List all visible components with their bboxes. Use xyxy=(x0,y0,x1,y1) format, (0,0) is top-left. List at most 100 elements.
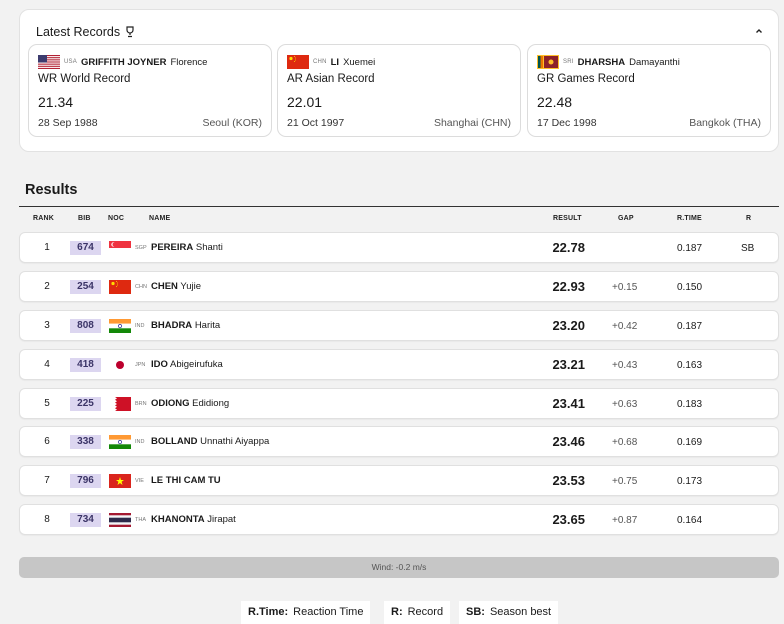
row-bib: 674 xyxy=(70,241,101,255)
row-noc: SGP xyxy=(135,245,147,251)
result-row[interactable]: 7 796 VIE LE THI CAM TU 23.53 +0.75 0.17… xyxy=(19,465,779,496)
row-record-mark: SB xyxy=(741,243,755,254)
record-athlete-lastname: DHARSHA xyxy=(577,56,626,68)
row-noc: VIE xyxy=(135,478,144,484)
latest-records-title: Latest Records xyxy=(36,25,135,39)
record-card-gr: SRI DHARSHA Damayanthi GR Games Record 2… xyxy=(527,44,771,137)
legend-season-best: SB: Season best xyxy=(459,601,559,624)
row-bib: 418 xyxy=(70,358,101,372)
row-gap: +0.75 xyxy=(612,476,638,487)
row-gap: +0.63 xyxy=(612,399,638,410)
row-athlete-name: ODIONG Edidiong xyxy=(151,398,229,409)
header-noc: NOC xyxy=(108,215,125,222)
result-row[interactable]: 4 418 JPN IDO Abigeirufuka 23.21 +0.43 0… xyxy=(19,349,779,380)
row-bib: 338 xyxy=(70,435,101,449)
flag-usa-icon xyxy=(38,55,60,69)
row-athlete-name: CHEN Yujie xyxy=(151,281,201,292)
record-noc: SRI xyxy=(563,59,574,65)
row-gap: +0.42 xyxy=(612,321,638,332)
legend-key: R.Time: xyxy=(248,606,289,618)
chevron-up-icon[interactable] xyxy=(754,26,764,36)
record-mark: 21.34 xyxy=(38,94,74,110)
record-type: WR World Record xyxy=(38,73,131,85)
flag-chn-icon xyxy=(287,55,309,69)
wind-info-bar: Wind: -0.2 m/s xyxy=(19,557,779,578)
row-result: 22.78 xyxy=(552,240,585,255)
header-rank: RANK xyxy=(33,215,55,222)
row-noc: CHN xyxy=(135,284,147,290)
flag-jpn-icon xyxy=(109,358,131,372)
record-date: 17 Dec 1998 xyxy=(537,117,597,129)
row-rank: 5 xyxy=(44,398,50,409)
row-result: 23.65 xyxy=(552,512,585,527)
row-rank: 6 xyxy=(44,436,50,447)
record-athlete-lastname: GRIFFITH JOYNER xyxy=(80,56,167,68)
row-athlete-firstname: Edidiong xyxy=(192,398,230,409)
legend-value: Reaction Time xyxy=(293,606,364,618)
results-divider xyxy=(19,206,779,207)
flag-vie-icon xyxy=(109,474,131,488)
row-rank: 7 xyxy=(44,475,50,486)
result-row[interactable]: 1 674 SGP PEREIRA Shanti 22.78 0.187 SB xyxy=(19,232,779,263)
row-result: 23.46 xyxy=(552,434,585,449)
row-athlete-firstname: Yujie xyxy=(180,281,201,292)
legend-value: Season best xyxy=(489,606,552,618)
header-record: R xyxy=(746,215,752,222)
row-gap: +0.43 xyxy=(612,360,638,371)
row-reaction-time: 0.187 xyxy=(677,321,703,332)
row-noc: IND xyxy=(135,323,145,329)
row-athlete-lastname: IDO xyxy=(151,359,168,370)
result-row[interactable]: 6 338 IND BOLLAND Unnathi Aiyappa 23.46 … xyxy=(19,426,779,457)
row-athlete-lastname: KHANONTA xyxy=(151,514,205,525)
record-date: 21 Oct 1997 xyxy=(287,117,345,129)
record-card-wr: USA GRIFFITH JOYNER Florence WR World Re… xyxy=(28,44,272,137)
result-row[interactable]: 2 254 CHN CHEN Yujie 22.93 +0.15 0.150 xyxy=(19,271,779,302)
header-name: NAME xyxy=(149,215,171,222)
row-reaction-time: 0.163 xyxy=(677,360,703,371)
flag-sri-icon xyxy=(537,55,559,69)
record-type: AR Asian Record xyxy=(287,73,375,85)
legend-key: SB: xyxy=(466,606,485,618)
legend-value: Record xyxy=(407,606,444,618)
row-rank: 4 xyxy=(44,359,50,370)
record-noc: CHN xyxy=(313,59,327,65)
header-rtime: R.TIME xyxy=(677,215,702,222)
record-noc: USA xyxy=(64,59,77,65)
record-venue: Shanghai (CHN) xyxy=(433,117,511,129)
row-athlete-lastname: BHADRA xyxy=(151,320,193,331)
row-noc: BRN xyxy=(135,401,147,407)
row-athlete-name: KHANONTA Jirapat xyxy=(151,514,236,525)
row-gap: +0.87 xyxy=(612,515,638,526)
row-athlete-lastname: ODIONG xyxy=(151,398,190,409)
result-row[interactable]: 8 734 THA KHANONTA Jirapat 23.65 +0.87 0… xyxy=(19,504,779,535)
row-result: 23.53 xyxy=(552,473,585,488)
row-athlete-firstname: Unnathi Aiyappa xyxy=(200,436,270,447)
row-athlete-firstname: Harita xyxy=(194,320,221,331)
flag-ind-icon xyxy=(109,435,131,449)
result-row[interactable]: 3 808 IND BHADRA Harita 23.20 +0.42 0.18… xyxy=(19,310,779,341)
record-athlete: CHN LI Xuemei xyxy=(287,55,375,69)
row-bib: 808 xyxy=(70,319,101,333)
row-noc: JPN xyxy=(135,362,146,368)
row-rank: 8 xyxy=(44,514,50,525)
header-gap: GAP xyxy=(618,215,634,222)
record-athlete: USA GRIFFITH JOYNER Florence xyxy=(38,55,207,69)
row-athlete-name: LE THI CAM TU xyxy=(151,475,221,486)
row-athlete-name: BHADRA Harita xyxy=(151,320,220,331)
row-noc: IND xyxy=(135,439,145,445)
record-athlete-firstname: Xuemei xyxy=(343,56,376,68)
record-card-ar: CHN LI Xuemei AR Asian Record 22.01 21 O… xyxy=(277,44,521,137)
record-type: GR Games Record xyxy=(537,73,635,85)
row-result: 23.20 xyxy=(552,318,585,333)
row-rank: 3 xyxy=(44,320,50,331)
legend-rtime: R.Time: Reaction Time xyxy=(241,601,371,624)
row-reaction-time: 0.164 xyxy=(677,515,703,526)
result-row[interactable]: 5 225 BRN ODIONG Edidiong 23.41 +0.63 0.… xyxy=(19,388,779,419)
record-venue: Bangkok (THA) xyxy=(689,117,761,129)
header-bib: BIB xyxy=(78,215,91,222)
row-noc: THA xyxy=(135,517,146,523)
row-bib: 225 xyxy=(70,397,101,411)
row-bib: 796 xyxy=(70,474,101,488)
record-athlete-firstname: Damayanthi xyxy=(629,56,680,68)
row-reaction-time: 0.173 xyxy=(677,476,703,487)
